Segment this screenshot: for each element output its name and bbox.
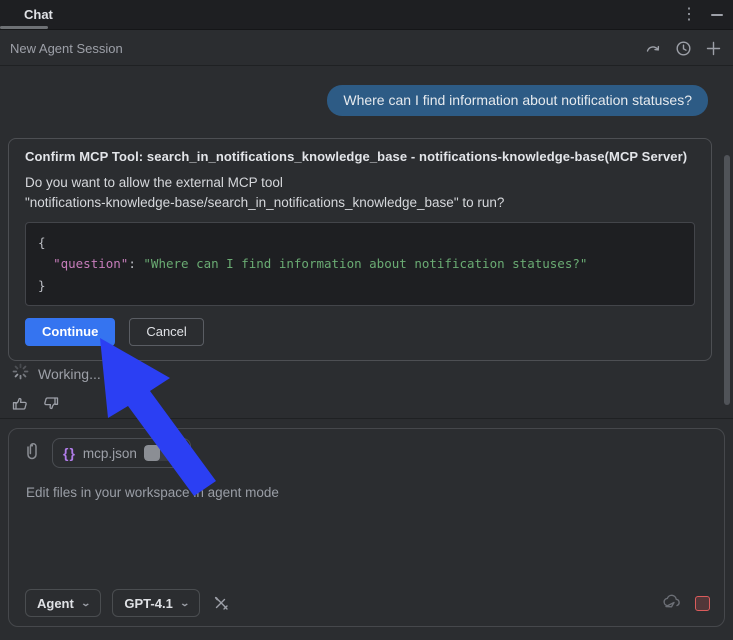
spinner-icon [12,363,29,385]
model-selector[interactable]: GPT-4.1 ⌄ [112,589,201,617]
chevron-down-icon: ⌄ [80,597,91,608]
thumbs-down-icon[interactable] [41,393,61,413]
attach-paperclip-icon[interactable] [25,440,39,467]
mcp-confirm-title: Confirm MCP Tool: search_in_notification… [25,149,688,164]
chevron-down-icon: ⌄ [179,597,190,608]
mode-selector-label: Agent [37,595,74,611]
code-key-question: "question" [53,256,129,272]
continue-button[interactable]: Continue [25,317,116,346]
working-status-text: Working... [38,366,101,382]
more-options-icon[interactable]: ⋮ [681,7,697,23]
title-bar: Chat ⋮ [0,0,733,30]
mode-selector[interactable]: Agent ⌄ [25,589,102,617]
context-toggle[interactable] [143,445,180,461]
minimize-icon[interactable] [711,14,723,16]
tools-icon[interactable] [211,593,231,613]
stop-button[interactable] [695,595,710,611]
chat-message-area: Where can I find information about notif… [0,66,733,418]
composer-panel[interactable]: {} mcp.json Edit files in your workspace… [8,428,725,627]
composer-placeholder[interactable]: Edit files in your workspace in agent mo… [26,485,279,500]
cloud-sync-icon[interactable] [662,593,682,614]
confirm-buttons-row: Continue Cancel [25,317,695,346]
mcp-confirm-body-line2: "notifications-knowledge-base/search_in_… [25,194,505,210]
composer-right-actions [662,593,710,614]
model-selector-label: GPT-4.1 [124,595,173,611]
toolbar-actions [643,38,723,58]
code-close-brace: } [38,277,46,293]
titlebar-actions: ⋮ [681,0,723,30]
code-open-brace: { [38,235,46,251]
active-tab-underline [0,26,48,29]
session-toolbar: New Agent Session [0,31,733,66]
new-session-plus-icon[interactable] [703,38,723,58]
json-file-icon: {} [63,445,76,461]
tab-chat[interactable]: Chat [24,7,53,22]
session-title: New Agent Session [10,40,123,56]
mcp-confirm-card: Confirm MCP Tool: search_in_notification… [8,138,712,361]
context-file-name: mcp.json [82,445,137,461]
user-message-bubble: Where can I find information about notif… [327,85,708,116]
mcp-args-code-block: { "question": "Where can I find informat… [25,222,695,306]
composer-divider [0,418,733,419]
mcp-confirm-body-line1: Do you want to allow the external MCP to… [25,175,283,190]
mcp-confirm-body: Do you want to allow the external MCP to… [25,173,695,212]
thumbs-up-icon[interactable] [10,393,30,413]
chat-tool-window: Chat ⋮ New Agent Session Where can I fin… [0,0,733,640]
history-clock-icon[interactable] [673,38,693,58]
cancel-button[interactable]: Cancel [129,317,204,346]
undo-icon[interactable] [643,38,663,58]
composer-bottom-bar: Agent ⌄ GPT-4.1 ⌄ [25,589,710,617]
feedback-row [10,393,61,413]
chat-scrollbar[interactable] [724,155,730,405]
context-toggle-knob [143,445,160,461]
context-file-chip[interactable]: {} mcp.json [52,438,191,468]
code-string-value: "Where can I find information about noti… [143,256,588,272]
working-status-row: Working... [12,363,101,385]
code-separator: : [128,256,144,272]
attachment-row: {} mcp.json [25,438,191,468]
